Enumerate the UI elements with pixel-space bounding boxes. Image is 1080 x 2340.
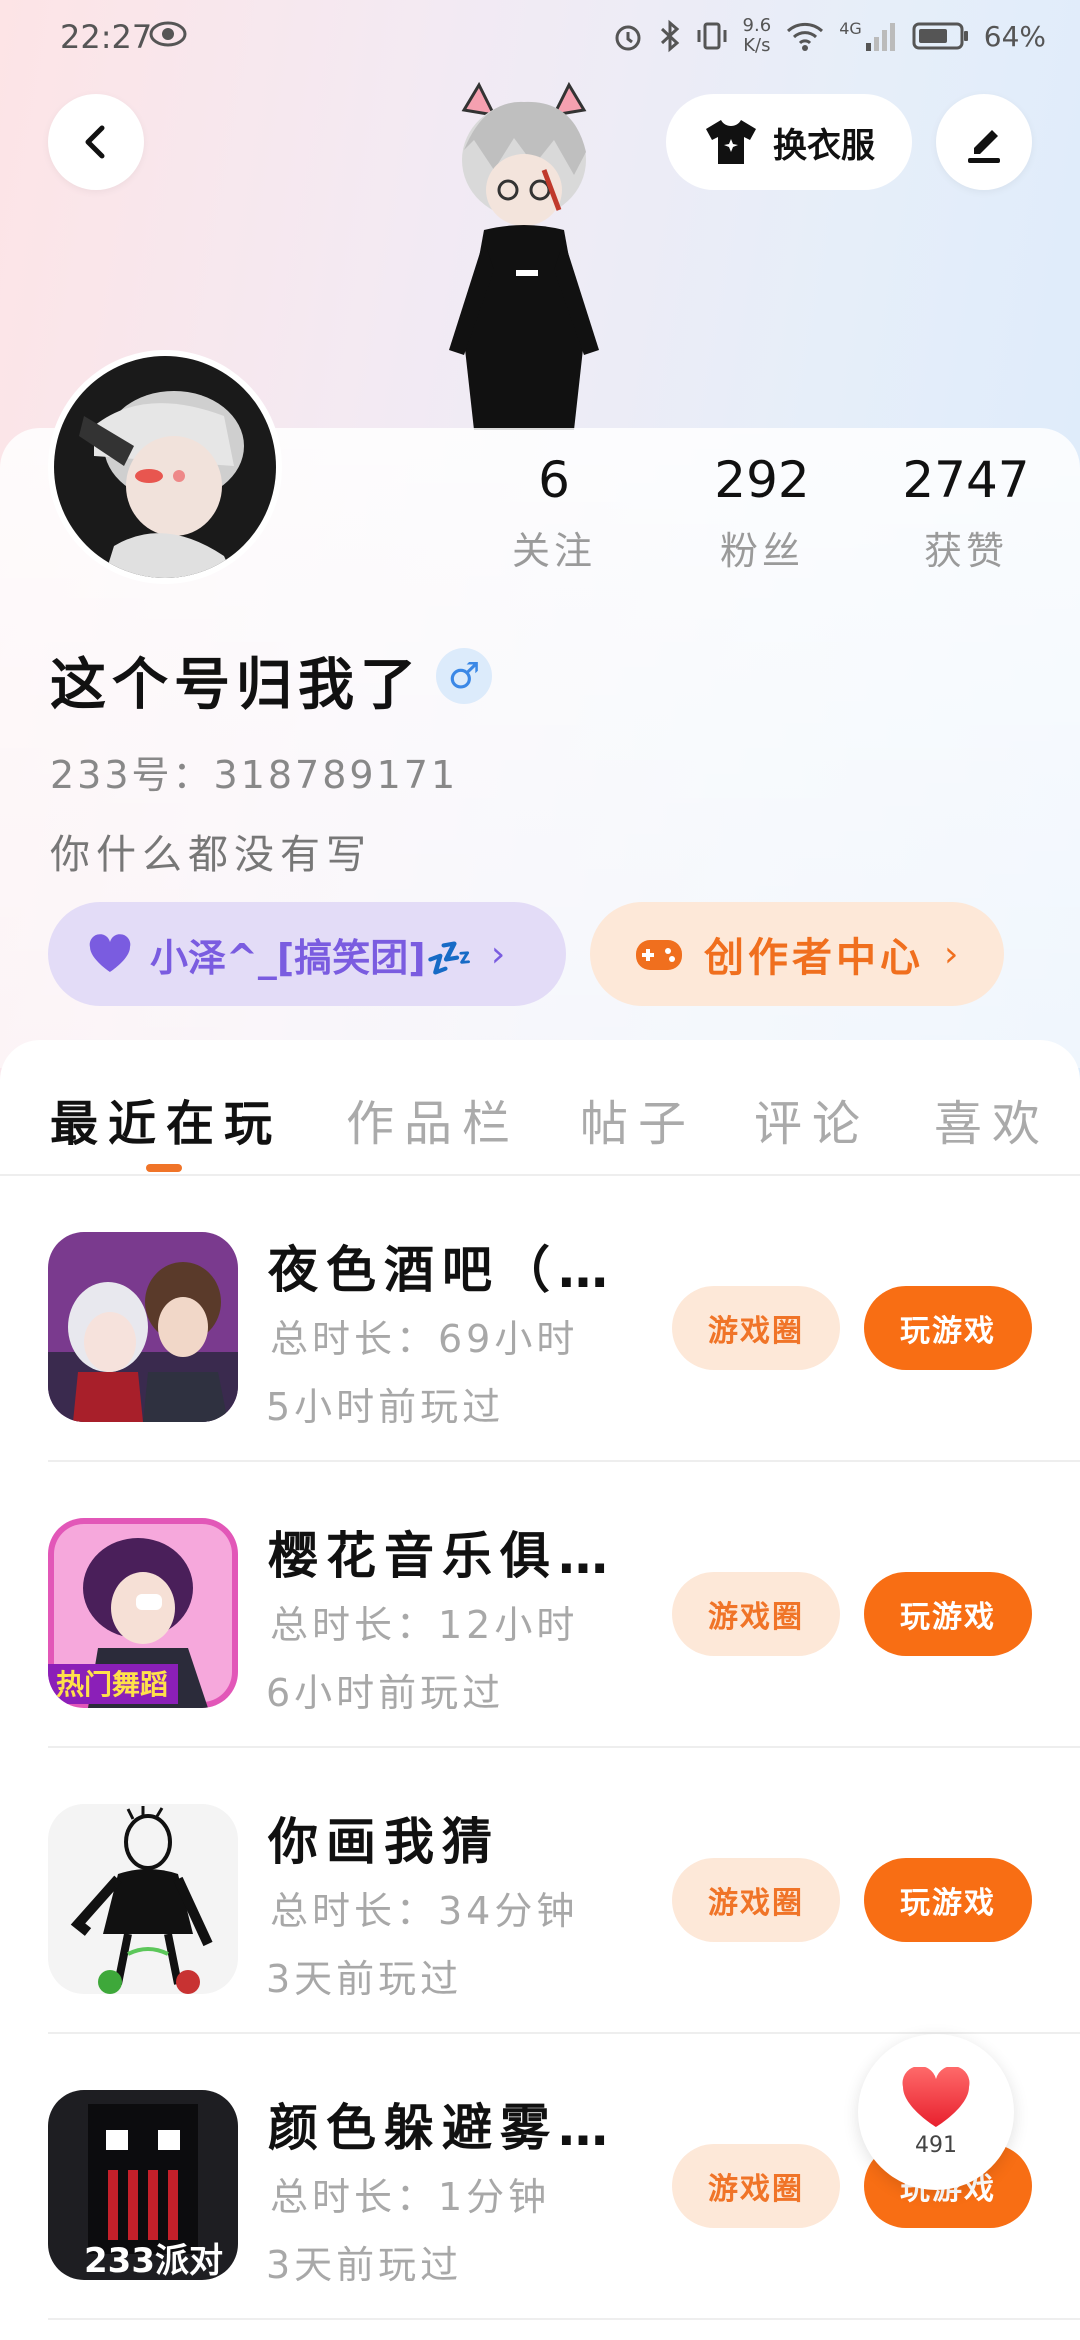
play-game-button[interactable]: 玩游戏 xyxy=(864,1286,1032,1370)
chevron-left-icon xyxy=(85,125,105,159)
game-icon[interactable]: 233派对 xyxy=(48,2090,238,2280)
game-last-played: 3天前玩过 xyxy=(266,1957,463,2001)
game-last-played: 6小时前玩过 xyxy=(266,1671,505,1715)
game-icon[interactable]: 热门舞蹈 xyxy=(48,1518,238,1708)
game-total-time: 总时长：69小时 xyxy=(270,1317,579,1361)
game-icon-banner-text: 热门舞蹈 xyxy=(56,1668,168,1701)
game-total-time: 总时长：1分钟 xyxy=(270,2175,551,2219)
vibrate-icon xyxy=(697,22,727,50)
bluetooth-icon xyxy=(660,19,679,53)
gamepad-icon xyxy=(636,940,682,970)
battery-percent: 64% xyxy=(983,19,1046,53)
like-count: 491 xyxy=(915,2132,957,2158)
play-game-button[interactable]: 玩游戏 xyxy=(864,1858,1032,1942)
tab-comments[interactable]: 评论 xyxy=(754,1084,870,1154)
edit-pencil-icon xyxy=(968,130,1000,163)
change-outfit-label: 换衣服 xyxy=(773,125,875,166)
profile-tabs: 最近在玩 作品栏 帖子 评论 喜欢 xyxy=(0,1040,1080,1176)
stat-likes-label: 获赞 xyxy=(923,529,1008,573)
stat-following-label: 关注 xyxy=(511,529,596,573)
stat-followers-value: 292 xyxy=(714,451,810,509)
battery-icon xyxy=(912,22,968,50)
list-item[interactable]: 夜色酒吧（… 总时长：69小时 5小时前玩过 游戏圈 玩游戏 xyxy=(0,1176,1080,1462)
game-circle-button[interactable]: 游戏圈 xyxy=(672,2144,840,2228)
gender-male-icon: ♂ xyxy=(436,648,492,704)
stat-following[interactable]: 6 关注 xyxy=(474,448,634,575)
tab-likes[interactable]: 喜欢 xyxy=(934,1084,1050,1154)
game-circle-button[interactable]: 游戏圈 xyxy=(672,1286,840,1370)
tab-posts[interactable]: 帖子 xyxy=(580,1084,696,1154)
game-name: 颜色躲避雾… xyxy=(268,2099,616,2157)
play-game-button[interactable]: 玩游戏 xyxy=(864,1572,1032,1656)
stat-followers-label: 粉丝 xyxy=(719,529,804,573)
stat-likes-value: 2747 xyxy=(902,451,1030,509)
game-total-time: 总时长：12小时 xyxy=(270,1603,579,1647)
stat-following-value: 6 xyxy=(538,451,570,509)
game-icon[interactable] xyxy=(48,1232,238,1422)
heart-icon xyxy=(902,2066,970,2127)
tab-active-indicator xyxy=(146,1164,182,1172)
divider xyxy=(48,2318,1080,2320)
list-item[interactable]: 你画我猜 总时长：34分钟 3天前玩过 游戏圈 玩游戏 xyxy=(0,1748,1080,2034)
game-last-played: 3天前玩过 xyxy=(266,2243,463,2287)
username: 这个号归我了 xyxy=(50,653,422,718)
status-icons: 9.6 K/s 4G 64% xyxy=(611,14,1046,58)
game-circle-button[interactable]: 游戏圈 xyxy=(672,1858,840,1942)
bio[interactable]: 你什么都没有写 xyxy=(50,822,372,880)
back-button[interactable] xyxy=(48,94,144,190)
wifi-icon xyxy=(787,22,824,51)
game-circle-button[interactable]: 游戏圈 xyxy=(672,1572,840,1656)
status-time: 22:27 xyxy=(60,18,153,56)
floating-like-button[interactable]: 491 xyxy=(858,2034,1014,2190)
group-pill-button[interactable]: 小泽^_[搞笑团]💤 › xyxy=(48,902,566,1006)
edit-profile-button[interactable] xyxy=(936,94,1032,190)
game-last-played: 5小时前玩过 xyxy=(266,1385,505,1429)
eye-icon xyxy=(148,14,188,54)
group-pill-label: 小泽^_[搞笑团]💤 xyxy=(150,935,473,980)
net-speed: 9.6 K/s xyxy=(742,15,772,56)
game-total-time: 总时长：34分钟 xyxy=(270,1889,579,1933)
chevron-right-icon: › xyxy=(944,933,963,975)
list-item[interactable]: 热门舞蹈 樱花音乐俱… 总时长：12小时 6小时前玩过 游戏圈 玩游戏 xyxy=(0,1462,1080,1748)
tab-works[interactable]: 作品栏 xyxy=(346,1084,520,1154)
game-name: 樱花音乐俱… xyxy=(268,1527,616,1585)
creator-center-label: 创作者中心 xyxy=(704,935,924,981)
network-type: 4G xyxy=(839,18,862,38)
user-id[interactable]: 233号：318789171 xyxy=(50,744,458,799)
stat-likes[interactable]: 2747 获赞 xyxy=(886,448,1046,575)
status-bar: 22:27 9.6 K/s 4G 64% xyxy=(0,0,1080,72)
alarm-icon xyxy=(615,25,641,51)
game-name: 夜色酒吧（… xyxy=(268,1241,616,1299)
avatar-3d-figure[interactable] xyxy=(424,80,624,430)
heart-icon xyxy=(89,934,131,972)
chevron-right-icon: › xyxy=(490,933,506,975)
game-icon[interactable] xyxy=(48,1804,238,1994)
stat-followers[interactable]: 292 粉丝 xyxy=(682,448,842,575)
signal-icon xyxy=(865,23,895,51)
creator-center-button[interactable]: 创作者中心 › xyxy=(590,902,1004,1006)
game-name: 你画我猜 xyxy=(268,1813,500,1871)
game-icon-banner-text: 233派对 xyxy=(84,2241,223,2280)
avatar[interactable] xyxy=(48,350,282,584)
change-outfit-button[interactable]: 换衣服 xyxy=(666,94,912,190)
tshirt-icon xyxy=(706,120,756,164)
tab-recent-play[interactable]: 最近在玩 xyxy=(50,1084,282,1154)
